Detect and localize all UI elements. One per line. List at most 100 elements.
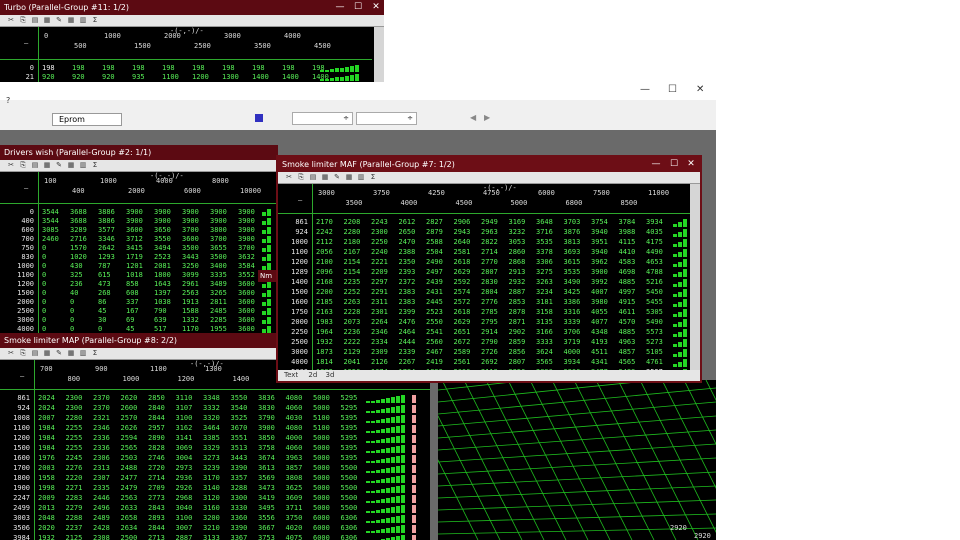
table-cell[interactable]: 3700 (238, 244, 255, 252)
table-cell[interactable]: 3490 (564, 278, 581, 286)
table-cell[interactable]: 2629 (454, 318, 471, 326)
table-cell[interactable]: 3494 (154, 244, 171, 252)
table-cell[interactable]: 3600 (238, 289, 255, 297)
table-cell[interactable]: 2776 (481, 298, 498, 306)
table-cell[interactable]: 2291 (371, 288, 388, 296)
table-cell[interactable]: 3565 (536, 358, 553, 366)
insert-icon[interactable]: ▦ (42, 16, 52, 25)
table-cell[interactable]: 4000 (286, 434, 303, 442)
table-cell[interactable]: 2600 (121, 404, 138, 412)
table-cell[interactable]: 2887 (176, 534, 193, 540)
table-cell[interactable]: 3544 (42, 208, 59, 216)
table-cell[interactable]: 3232 (509, 228, 526, 236)
table-cell[interactable]: 2393 (399, 268, 416, 276)
table-cell[interactable]: 4075 (286, 534, 303, 540)
table-cell[interactable]: 1958 (38, 474, 55, 482)
table-cell[interactable]: 1983 (316, 318, 333, 326)
table-cell[interactable]: 3784 (619, 218, 636, 226)
table-cell[interactable]: 5295 (341, 394, 358, 402)
table-cell[interactable]: 198 (222, 64, 235, 72)
table-cell[interactable]: 2020 (38, 524, 55, 532)
table-cell[interactable]: 2439 (426, 278, 443, 286)
tab-3d[interactable]: 3d (326, 371, 335, 379)
table-cell[interactable]: 2308 (93, 534, 110, 540)
table-cell[interactable]: 4000 (564, 348, 581, 356)
table-cell[interactable]: 1018 (126, 271, 143, 279)
table-cell[interactable]: 2255 (66, 434, 83, 442)
table-cell[interactable]: 1293 (98, 253, 115, 261)
table-cell[interactable]: 2563 (121, 494, 138, 502)
table-cell[interactable]: 3120 (203, 494, 220, 502)
table-cell[interactable]: 2629 (454, 268, 471, 276)
table-cell[interactable]: 3443 (182, 253, 199, 261)
table-cell[interactable]: 2488 (121, 464, 138, 472)
table-cell[interactable]: 4055 (591, 308, 608, 316)
table-cell[interactable]: 1913 (182, 298, 199, 306)
maximize-button[interactable]: ☐ (666, 157, 682, 172)
table-cell[interactable]: 4007 (591, 288, 608, 296)
table-cell[interactable]: 2795 (481, 318, 498, 326)
table-cell[interactable]: 2096 (316, 268, 333, 276)
table-cell[interactable]: 337 (126, 298, 139, 306)
cut-icon[interactable]: ✂ (284, 173, 294, 182)
table-cell[interactable]: 5000 (313, 464, 330, 472)
table-cell[interactable]: 45 (126, 325, 134, 333)
eprom-select[interactable]: Eprom (52, 113, 122, 126)
table-cell[interactable]: 2470 (399, 238, 416, 246)
table-cell[interactable]: 3716 (536, 228, 553, 236)
table-cell[interactable]: 2913 (509, 268, 526, 276)
table-cell[interactable]: 3753 (258, 534, 275, 540)
table-cell[interactable]: 2236 (344, 328, 361, 336)
table-cell[interactable]: 4077 (591, 318, 608, 326)
table-cell[interactable]: 2167 (344, 248, 361, 256)
table-cell[interactable]: 3443 (231, 454, 248, 462)
table-cell[interactable]: 3273 (203, 454, 220, 462)
table-cell[interactable]: 5000 (313, 474, 330, 482)
table-cell[interactable]: 3525 (231, 414, 248, 422)
table-cell[interactable]: 2563 (182, 289, 199, 297)
table-cell[interactable]: 4885 (619, 328, 636, 336)
table-cell[interactable]: 4035 (646, 228, 663, 236)
table-cell[interactable]: 6306 (341, 534, 358, 540)
tab-2d[interactable]: 2d (308, 371, 317, 379)
table-cell[interactable]: 2041 (344, 358, 361, 366)
copy-icon[interactable]: ⎘ (18, 349, 28, 358)
table-cell[interactable]: 2968 (176, 494, 193, 502)
table-cell[interactable]: 2485 (210, 307, 227, 315)
table-cell[interactable]: 3332 (203, 404, 220, 412)
table-cell[interactable]: 2906 (454, 218, 471, 226)
table-cell[interactable]: 2489 (93, 514, 110, 522)
table-cell[interactable]: 3140 (203, 484, 220, 492)
table-cell[interactable]: 3069 (176, 444, 193, 452)
table-cell[interactable]: 5000 (313, 454, 330, 462)
table-cell[interactable]: 2943 (454, 228, 471, 236)
table-cell[interactable]: 3544 (42, 217, 59, 225)
table-cell[interactable]: 3670 (231, 424, 248, 432)
table-cell[interactable]: 0 (42, 244, 46, 252)
table-cell[interactable]: 1719 (126, 253, 143, 261)
table-cell[interactable]: 4020 (286, 524, 303, 532)
table-cell[interactable]: 4060 (286, 404, 303, 412)
table-cell[interactable]: 2844 (148, 414, 165, 422)
table-cell[interactable]: 0 (42, 307, 46, 315)
table-cell[interactable]: 198 (162, 64, 175, 72)
sigma-icon[interactable]: Σ (90, 349, 100, 358)
minimize-button[interactable]: — (332, 0, 348, 15)
table-cell[interactable]: 3513 (231, 444, 248, 452)
matrix-icon[interactable]: ▦ (344, 173, 354, 182)
table-cell[interactable]: 3900 (126, 217, 143, 225)
table-cell[interactable]: 2007 (38, 414, 55, 422)
table-cell[interactable]: 1976 (38, 454, 55, 462)
table-cell[interactable]: 4511 (591, 348, 608, 356)
table-cell[interactable]: 2243 (371, 218, 388, 226)
table-cell[interactable]: 4915 (619, 298, 636, 306)
table-cell[interactable]: 2902 (509, 328, 526, 336)
table-cell[interactable]: 3719 (564, 338, 581, 346)
table-cell[interactable]: 3836 (258, 394, 275, 402)
table-cell[interactable]: 3600 (238, 280, 255, 288)
table-cell[interactable]: 2336 (93, 434, 110, 442)
chart-icon[interactable]: ▥ (356, 173, 366, 182)
table-cell[interactable]: 5500 (341, 484, 358, 492)
table-cell[interactable]: 2574 (454, 288, 471, 296)
table-cell[interactable]: 615 (98, 271, 111, 279)
